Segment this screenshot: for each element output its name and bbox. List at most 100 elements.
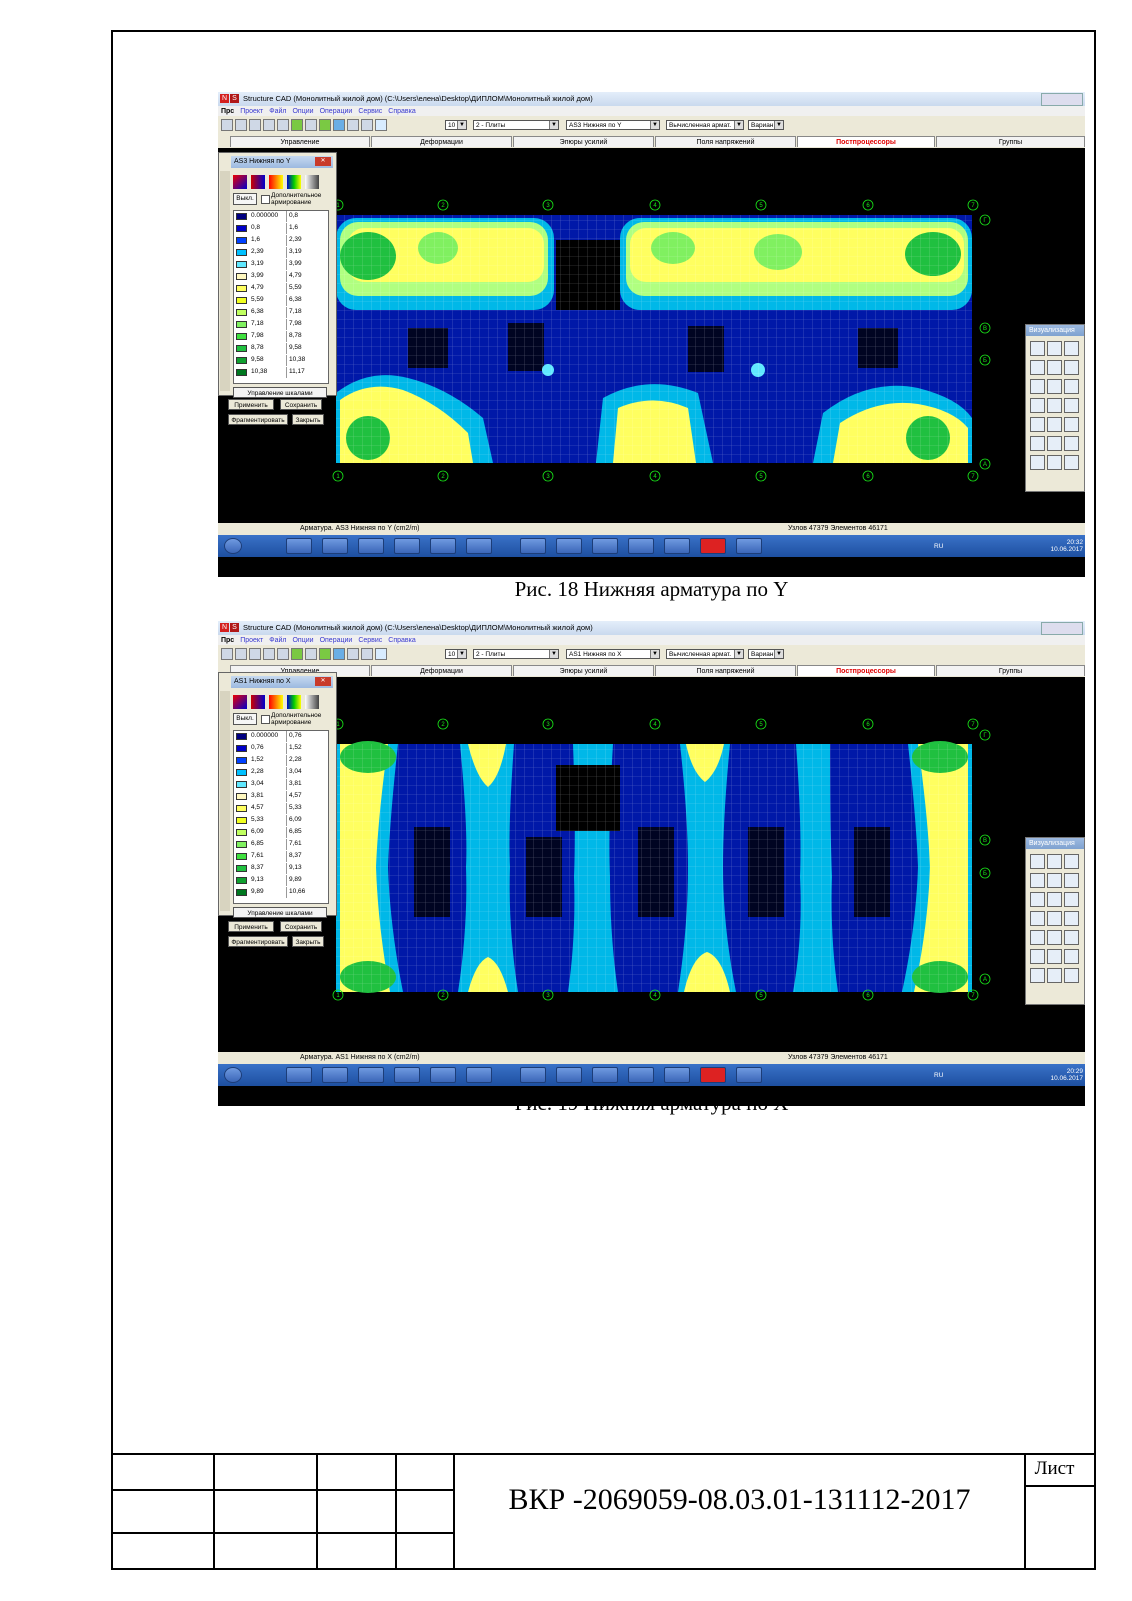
toolbar-icon[interactable]: [235, 648, 247, 660]
vis-tool-icon[interactable]: [1030, 379, 1045, 394]
palette-option-icon[interactable]: [251, 695, 265, 709]
toolbar-icon[interactable]: [319, 119, 331, 131]
taskbar-app-icon[interactable]: [286, 1067, 312, 1083]
layer-select[interactable]: 2 - Плиты ▼: [473, 120, 559, 130]
legend-row[interactable]: 0.000000 0,76: [234, 731, 328, 742]
off-button[interactable]: Выкл.: [233, 713, 257, 725]
tray-language[interactable]: RU: [934, 1072, 943, 1079]
taskbar-app-icon[interactable]: [466, 1067, 492, 1083]
vis-tool-icon[interactable]: [1030, 892, 1045, 907]
legend-color-swatch[interactable]: [236, 369, 247, 376]
legend-row[interactable]: 0,76 1,52: [234, 743, 328, 754]
legend-color-swatch[interactable]: [236, 841, 247, 848]
taskbar-app-icon[interactable]: [628, 1067, 654, 1083]
tray-language[interactable]: RU: [934, 543, 943, 550]
vis-tool-icon[interactable]: [1030, 968, 1045, 983]
palette-option-icon[interactable]: [269, 175, 283, 189]
legend-row[interactable]: 0,8 1,6: [234, 223, 328, 234]
legend-row[interactable]: 9,13 9,89: [234, 875, 328, 886]
legend-color-swatch[interactable]: [236, 285, 247, 292]
toolbar-icon[interactable]: [305, 119, 317, 131]
legend-color-swatch[interactable]: [236, 829, 247, 836]
toolbar-icon[interactable]: [361, 648, 373, 660]
palette-option-icon[interactable]: [287, 695, 301, 709]
mode-select[interactable]: Вычисленная армат. ▼: [666, 649, 744, 659]
start-icon[interactable]: [224, 538, 242, 554]
legend-row[interactable]: 10,38 11,17: [234, 367, 328, 378]
legend-row[interactable]: 5,59 6,38: [234, 295, 328, 306]
window-controls[interactable]: [1041, 93, 1083, 106]
toolbar-icon[interactable]: [277, 648, 289, 660]
vis-tool-icon[interactable]: [1064, 968, 1079, 983]
close-icon[interactable]: ✕: [315, 157, 331, 166]
reinforcement-field-view-x[interactable]: 1 2 3 4 5 6 7 1 2 3 4 5 6 7 Г В Б А: [218, 677, 1085, 1052]
vis-tool-icon[interactable]: [1047, 379, 1062, 394]
mode-select[interactable]: Вычисленная армат. ▼: [666, 120, 744, 130]
toolbar-icon[interactable]: [249, 648, 261, 660]
vis-tool-icon[interactable]: [1064, 436, 1079, 451]
legend-color-swatch[interactable]: [236, 793, 247, 800]
additional-reinforcement-checkbox[interactable]: [261, 195, 270, 204]
tab-force-diagrams[interactable]: Эпюры усилий: [513, 665, 654, 676]
tray-clock[interactable]: 20:29 10.06.2017: [1050, 1068, 1083, 1082]
toolbar-icon[interactable]: [347, 119, 359, 131]
legend-color-swatch[interactable]: [236, 273, 247, 280]
palette-option-icon[interactable]: [305, 695, 319, 709]
vis-tool-icon[interactable]: [1047, 930, 1062, 945]
legend-color-swatch[interactable]: [236, 345, 247, 352]
vis-tool-icon[interactable]: [1030, 911, 1045, 926]
vis-tool-icon[interactable]: [1047, 455, 1062, 470]
legend-color-swatch[interactable]: [236, 757, 247, 764]
taskbar-app-icon[interactable]: [286, 538, 312, 554]
taskbar-app-icon[interactable]: [664, 538, 690, 554]
taskbar-app-icon[interactable]: [430, 538, 456, 554]
toolbar-icon[interactable]: [277, 119, 289, 131]
vis-tool-icon[interactable]: [1030, 949, 1045, 964]
tab-stress-fields[interactable]: Поля напряжений: [655, 136, 796, 147]
palette-option-icon[interactable]: [233, 695, 247, 709]
vis-tool-icon[interactable]: [1030, 873, 1045, 888]
taskbar-app-icon[interactable]: [736, 538, 762, 554]
vis-tool-icon[interactable]: [1064, 398, 1079, 413]
vis-tool-icon[interactable]: [1030, 360, 1045, 375]
result-select[interactable]: AS3 Нижняя по Y ▼: [566, 120, 660, 130]
taskbar-app-icon[interactable]: [466, 538, 492, 554]
toolbar-icon[interactable]: [221, 119, 233, 131]
legend-row[interactable]: 3,04 3,81: [234, 779, 328, 790]
vis-tool-icon[interactable]: [1030, 341, 1045, 356]
taskbar-app-icon[interactable]: [394, 1067, 420, 1083]
tab-deformations[interactable]: Деформации: [371, 665, 512, 676]
taskbar-app-icon[interactable]: [520, 538, 546, 554]
vis-tool-icon[interactable]: [1064, 930, 1079, 945]
legend-color-swatch[interactable]: [236, 781, 247, 788]
vis-tool-icon[interactable]: [1030, 436, 1045, 451]
vis-tool-icon[interactable]: [1047, 360, 1062, 375]
close-button[interactable]: Закрыть: [292, 414, 324, 425]
taskbar-app-icon[interactable]: [592, 1067, 618, 1083]
legend-color-swatch[interactable]: [236, 853, 247, 860]
legend-color-swatch[interactable]: [236, 769, 247, 776]
legend-row[interactable]: 2,28 3,04: [234, 767, 328, 778]
toolbar-icon[interactable]: [361, 119, 373, 131]
vis-tool-icon[interactable]: [1064, 949, 1079, 964]
legend-row[interactable]: 9,89 10,66: [234, 887, 328, 898]
vis-tool-icon[interactable]: [1064, 360, 1079, 375]
palette-option-icon[interactable]: [269, 695, 283, 709]
legend-color-swatch[interactable]: [236, 745, 247, 752]
taskbar-app-icon[interactable]: [736, 1067, 762, 1083]
taskbar-app-icon[interactable]: [664, 1067, 690, 1083]
taskbar-app-icon[interactable]: [322, 1067, 348, 1083]
start-icon[interactable]: [224, 1067, 242, 1083]
save-button[interactable]: Сохранить: [280, 921, 322, 932]
fragment-button[interactable]: Фрагментировать: [228, 936, 288, 947]
side-toolstrip[interactable]: [220, 691, 230, 911]
reinforcement-field-view-y[interactable]: 1 2 3 4 5 6 7 1 2 3 4 5 6 7 Г В Б А: [218, 148, 1085, 523]
vis-tool-icon[interactable]: [1064, 892, 1079, 907]
legend-color-swatch[interactable]: [236, 309, 247, 316]
apply-button[interactable]: Применить: [228, 399, 274, 410]
legend-row[interactable]: 1,6 2,39: [234, 235, 328, 246]
legend-row[interactable]: 8,78 9,58: [234, 343, 328, 354]
vis-tool-icon[interactable]: [1030, 854, 1045, 869]
additional-reinforcement-checkbox[interactable]: [261, 715, 270, 724]
legend-color-swatch[interactable]: [236, 237, 247, 244]
